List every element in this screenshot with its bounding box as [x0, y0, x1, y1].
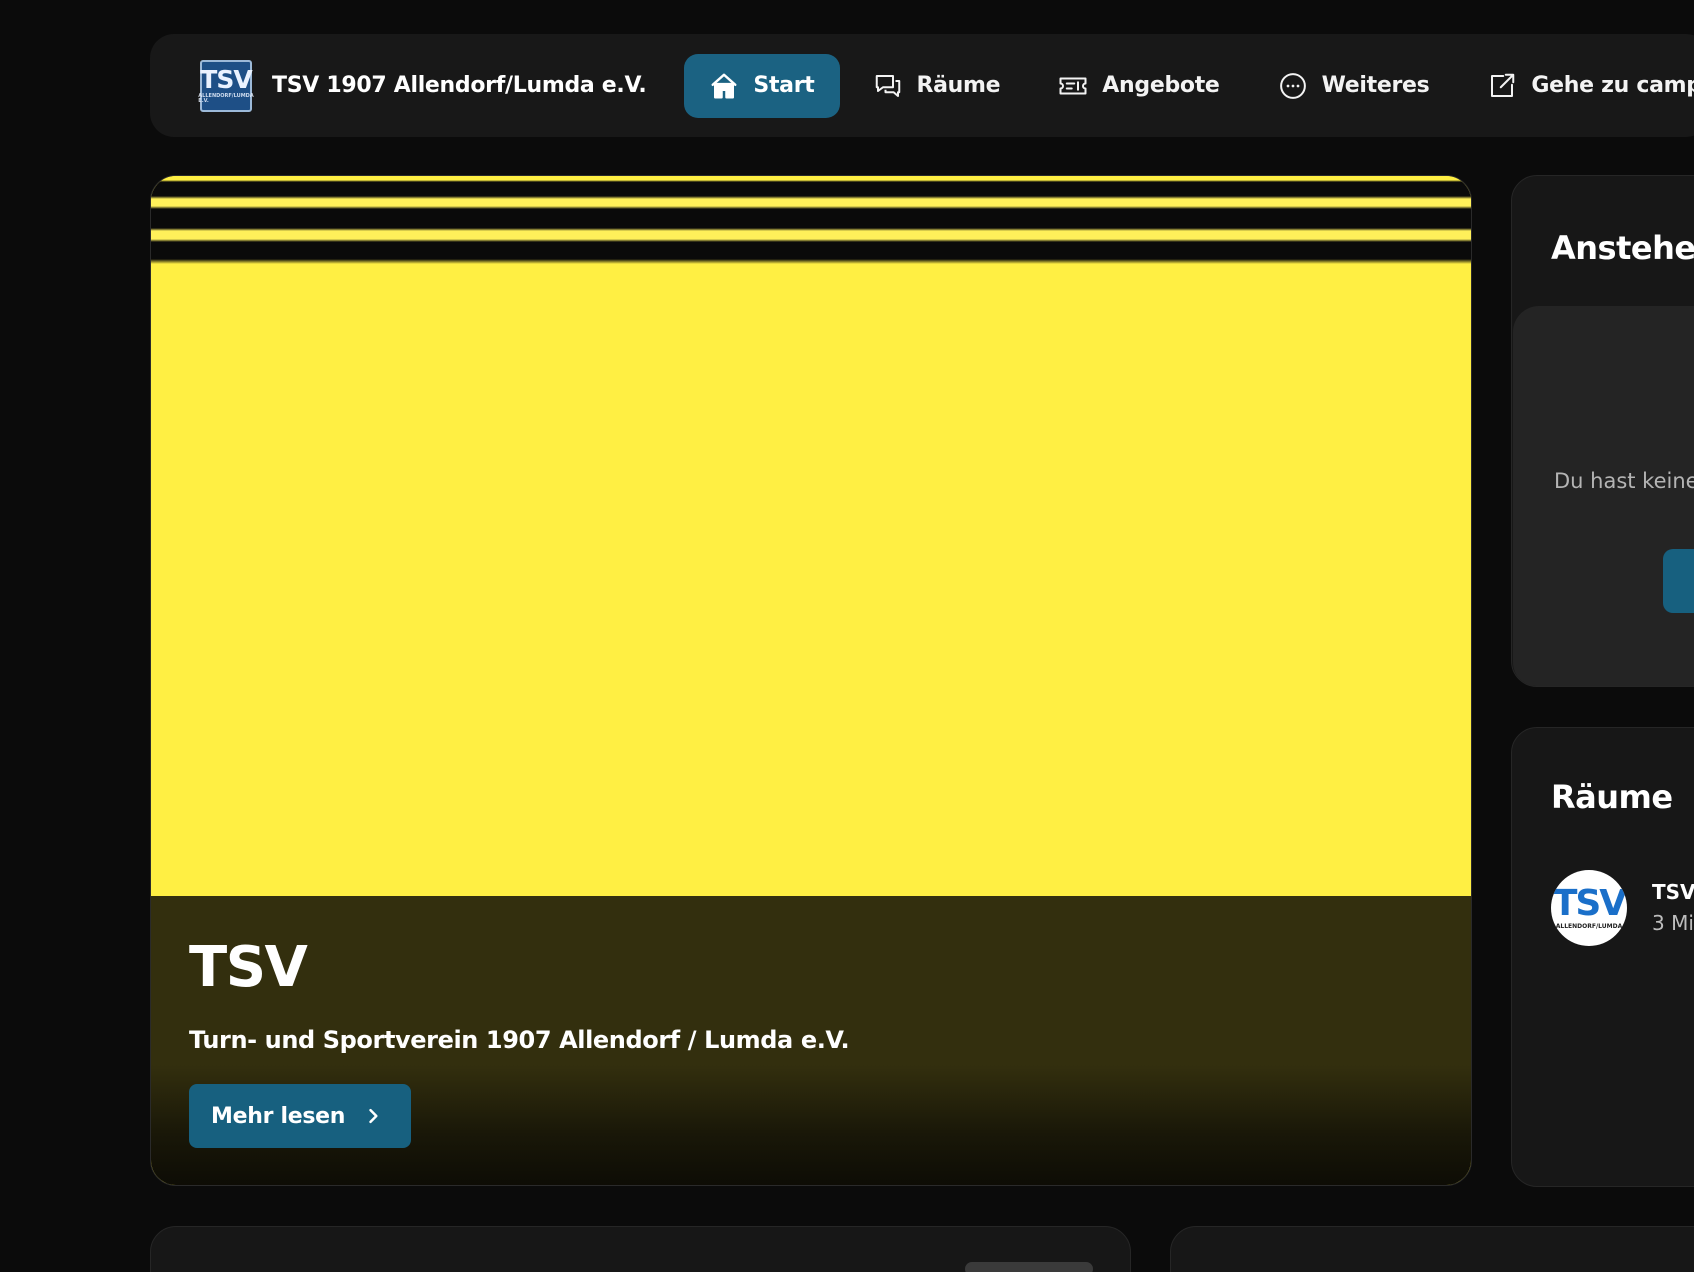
hero-title: TSV — [189, 935, 308, 1000]
upcoming-action-button[interactable] — [1663, 549, 1694, 613]
nav-angebote[interactable]: Angebote — [1033, 54, 1244, 118]
room-meta: 3 Mi — [1652, 911, 1694, 935]
hero-caption: TSV Turn- und Sportverein 1907 Allendorf… — [151, 896, 1471, 1185]
nav-angebote-label: Angebote — [1102, 73, 1220, 98]
nav-campai-label: Gehe zu campai — [1531, 73, 1694, 98]
chevron-right-icon — [369, 1108, 378, 1124]
external-link-icon — [1491, 73, 1515, 97]
read-more-button[interactable]: Mehr lesen — [189, 1084, 412, 1148]
club-name: TSV 1907 Allendorf/Lumda e.V. — [272, 73, 647, 98]
bottom-right-card — [1170, 1226, 1694, 1272]
upcoming-card: Anstehend Du hast keine — [1511, 175, 1694, 687]
nav-weiteres[interactable]: Weiteres — [1253, 54, 1455, 118]
rooms-title: Räume — [1551, 778, 1673, 816]
top-navbar: TSV ALLENDORF/LUMDA E.V. TSV 1907 Allend… — [150, 34, 1694, 137]
club-logo: TSV ALLENDORF/LUMDA E.V. — [198, 59, 254, 112]
ticket-icon — [1059, 77, 1087, 94]
rooms-card: Räume TSV ALLENDORF/LUMDA TSV 3 Mi — [1511, 727, 1694, 1187]
upcoming-empty-panel: Du hast keine — [1513, 306, 1694, 686]
room-avatar-text: TSV — [1552, 883, 1627, 924]
page: TSV ALLENDORF/LUMDA E.V. TSV 1907 Allend… — [0, 0, 1694, 1272]
room-avatar[interactable]: TSV ALLENDORF/LUMDA — [1551, 870, 1627, 946]
upcoming-title: Anstehend — [1551, 229, 1694, 267]
nav-campai-link[interactable]: Gehe zu campai — [1462, 54, 1694, 118]
nav-raeume[interactable]: Räume — [848, 54, 1026, 118]
nav-raeume-label: Räume — [916, 73, 1001, 98]
hero-banner-stripes — [151, 176, 1471, 268]
chat-bubbles-icon — [875, 74, 900, 97]
nav-start[interactable]: Start — [684, 53, 840, 118]
nav-weiteres-label: Weiteres — [1321, 73, 1430, 98]
room-name[interactable]: TSV — [1652, 880, 1694, 904]
bottom-left-card-pill[interactable] — [965, 1262, 1093, 1272]
read-more-label: Mehr lesen — [211, 1103, 346, 1129]
room-avatar-subtext: ALLENDORF/LUMDA — [1555, 923, 1623, 930]
nav-start-label: Start — [753, 73, 815, 98]
club-logo-subtext: ALLENDORF/LUMDA E.V. — [198, 93, 254, 104]
brand[interactable]: TSV ALLENDORF/LUMDA E.V. TSV 1907 Allend… — [198, 59, 647, 112]
bottom-left-card — [150, 1226, 1131, 1272]
hero-subtitle: Turn- und Sportverein 1907 Allendorf / L… — [189, 1026, 850, 1054]
home-icon — [711, 73, 737, 98]
club-logo-text: TSV — [200, 65, 252, 94]
hero-card: TSV Turn- und Sportverein 1907 Allendorf… — [150, 175, 1472, 1186]
more-circle-icon — [1279, 72, 1306, 99]
upcoming-empty-text: Du hast keine — [1554, 469, 1694, 493]
